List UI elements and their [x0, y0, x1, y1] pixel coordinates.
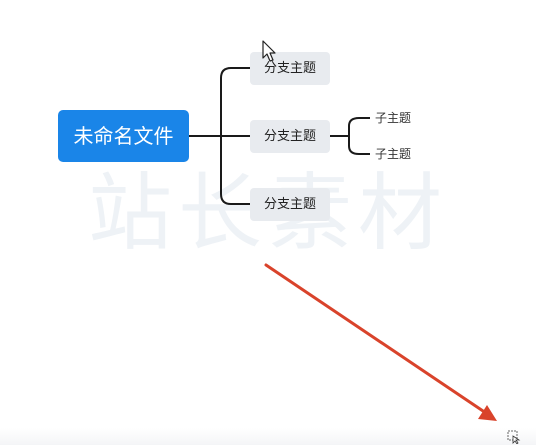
branch-topic-1[interactable]: 分支主题 [250, 52, 330, 85]
connector-sub [330, 117, 370, 155]
resize-select-icon[interactable] [507, 430, 521, 444]
branch-topic-2[interactable]: 分支主题 [250, 120, 330, 153]
sub-topic-2[interactable]: 子主题 [375, 144, 411, 164]
arrow-icon [264, 263, 497, 421]
mindmap-canvas[interactable]: 站长素材 未命名文件 分支主题 分支主题 分支主题 子主题 子主题 [0, 0, 536, 445]
sub-topic-1[interactable]: 子主题 [375, 108, 411, 128]
branch-topic-3[interactable]: 分支主题 [250, 188, 330, 221]
root-topic[interactable]: 未命名文件 [58, 110, 189, 162]
